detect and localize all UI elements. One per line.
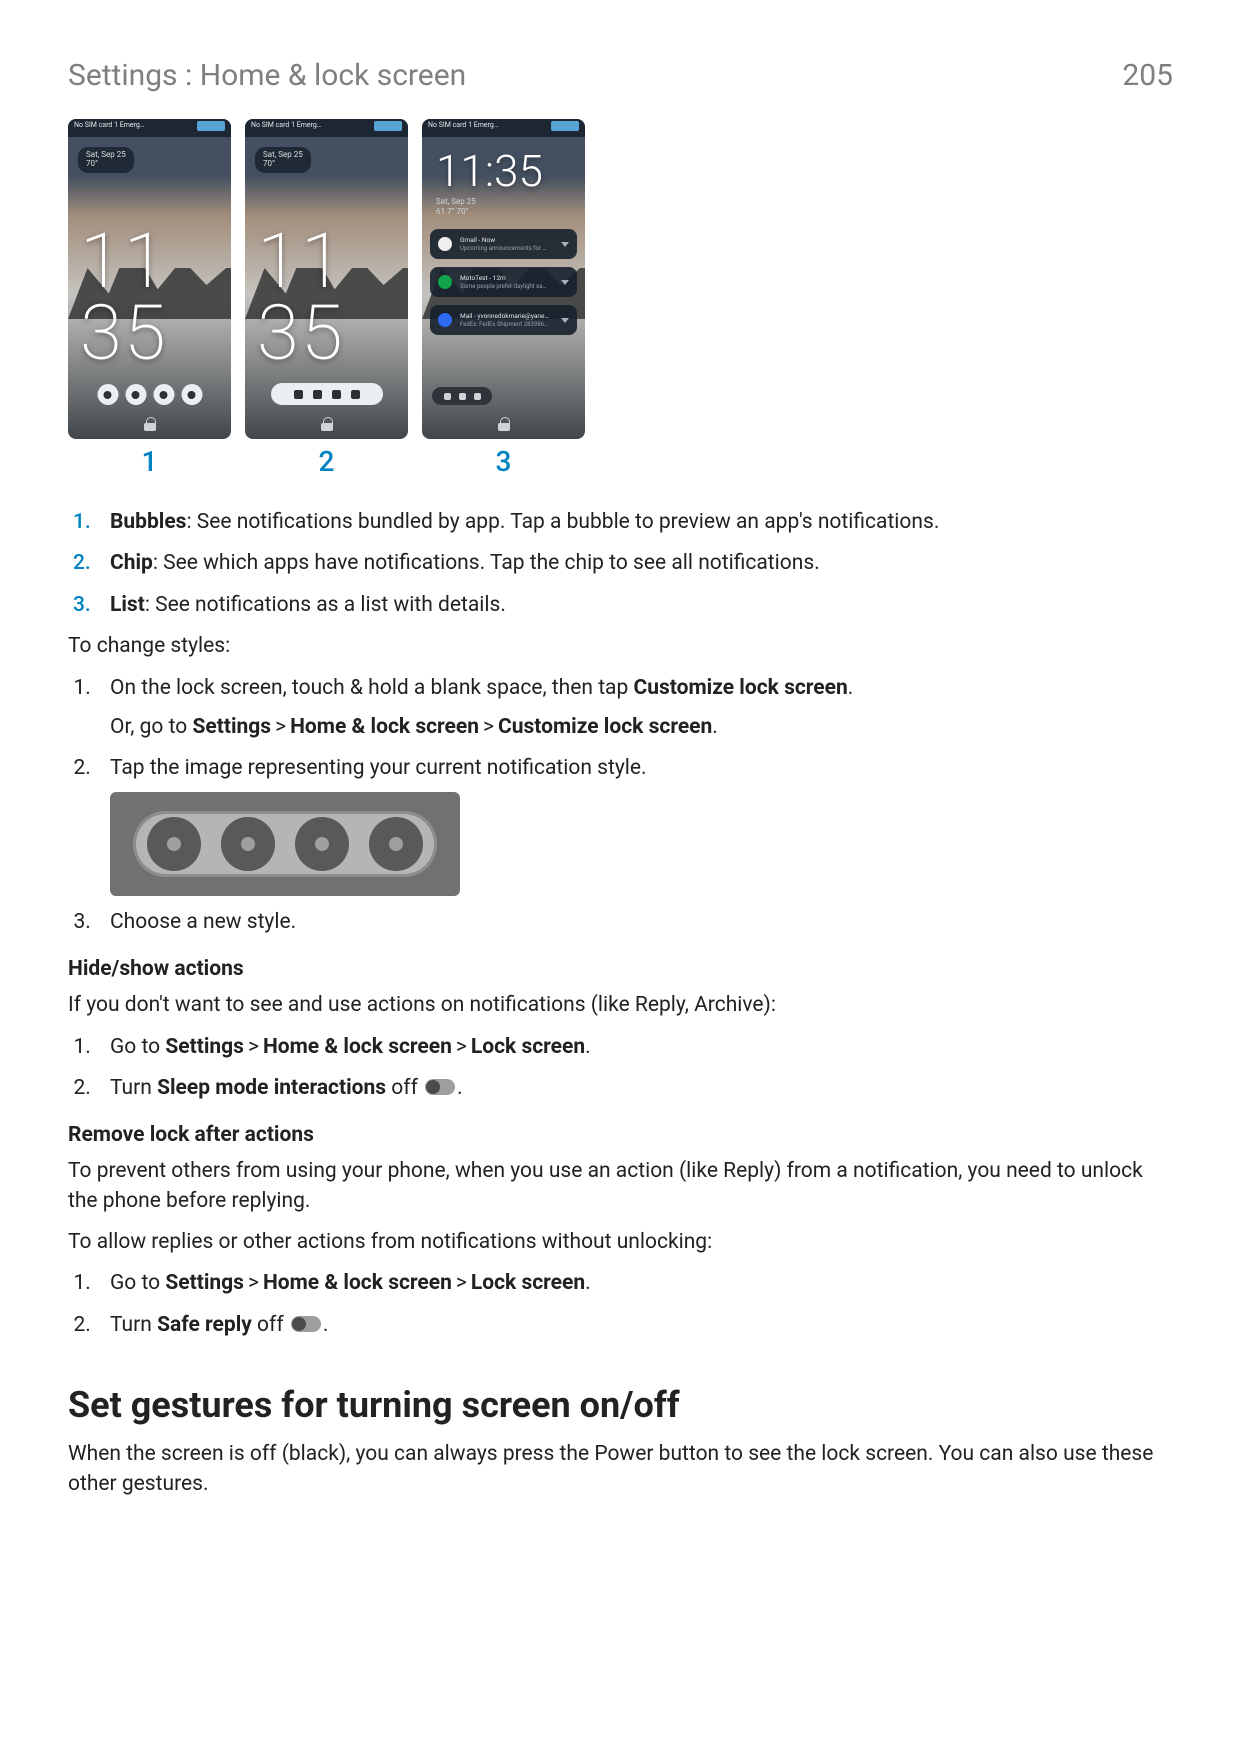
list-item: On the lock screen, touch & hold a blank… [96, 674, 1173, 743]
status-text: No SIM card 1 Emerg… [74, 121, 145, 135]
setting-sleep-mode: Sleep mode interactions [157, 1076, 386, 1100]
phone-chip: No SIM card 1 Emerg… Sat, Sep 2570° 1135 [245, 119, 408, 439]
gmail-icon [438, 237, 452, 251]
status-icons [197, 121, 225, 131]
lock-icon [498, 417, 510, 431]
header-breadcrumb: Settings : Home & lock screen [68, 58, 466, 93]
list-item: Chip: See which apps have notifications.… [96, 549, 1173, 578]
mail-icon [438, 313, 452, 327]
nav-lock-screen: Lock screen [471, 1035, 585, 1059]
phone-list: No SIM card 1 Emerg… 11:35 Sat, Sep 2561… [422, 119, 585, 439]
gallery-number: 2 [319, 445, 335, 478]
notification-list: Gmail - NowUpcoming announcements for co… [430, 229, 577, 335]
notification-bubbles [97, 384, 202, 405]
lockscreen-style-gallery: No SIM card 1 Emerg… Sat, Sep 2570° 1135… [68, 119, 1173, 478]
nav-home-lock: Home & lock screen [290, 715, 479, 739]
lock-clock: 1135 [257, 225, 345, 369]
list-item: Choose a new style. [96, 908, 1173, 937]
section-gestures-heading: Set gestures for turning screen on/off [68, 1384, 1173, 1426]
bubbles-pill [133, 811, 437, 877]
status-icons [551, 121, 579, 131]
chip-icon [332, 390, 341, 399]
nav-lock-screen: Lock screen [471, 1271, 585, 1295]
bubble-icon [295, 817, 349, 871]
gallery-item-chip: No SIM card 1 Emerg… Sat, Sep 2570° 1135… [245, 119, 408, 478]
list-item: Turn Sleep mode interactions off . [96, 1074, 1173, 1103]
paragraph: To prevent others from using your phone,… [68, 1157, 1173, 1216]
gallery-item-bubbles: No SIM card 1 Emerg… Sat, Sep 2570° 1135… [68, 119, 231, 478]
lock-clock-small: 11:35 [436, 149, 543, 193]
change-styles-steps: On the lock screen, touch & hold a blank… [68, 674, 1173, 938]
style-name: Bubbles [110, 510, 186, 534]
lock-date-small: Sat, Sep 2561.7° 70° [436, 197, 476, 216]
list-item: Tap the image representing your current … [96, 754, 1173, 895]
notification-card: MotoTest - 12mSome people prefer dayligh… [430, 267, 577, 297]
list-item: Turn Safe reply off . [96, 1311, 1173, 1340]
status-bar: No SIM card 1 Emerg… [68, 119, 231, 137]
gallery-item-list: No SIM card 1 Emerg… 11:35 Sat, Sep 2561… [422, 119, 585, 478]
remove-lock-steps: Go to Settings>Home & lock screen>Lock s… [68, 1269, 1173, 1340]
bubble-icon [153, 384, 174, 405]
chip-icon [313, 390, 322, 399]
page-number: 205 [1122, 58, 1173, 93]
bubble-icon [125, 384, 146, 405]
paragraph: If you don't want to see and use actions… [68, 991, 1173, 1020]
chip-icon [351, 390, 360, 399]
list-item: List: See notifications as a list with d… [96, 591, 1173, 620]
chevron-down-icon [561, 280, 569, 285]
notification-card: Mail - yvonnedokmarie@yaneem… - 3hFedEx:… [430, 305, 577, 335]
paragraph: To allow replies or other actions from n… [68, 1228, 1173, 1257]
nav-home-lock: Home & lock screen [263, 1271, 452, 1295]
notification-card: Gmail - NowUpcoming announcements for co… [430, 229, 577, 259]
phone-bubbles: No SIM card 1 Emerg… Sat, Sep 2570° 1135 [68, 119, 231, 439]
notification-chip [271, 383, 383, 405]
chip-icon [294, 390, 303, 399]
paragraph: To change styles: [68, 632, 1173, 661]
page-header: Settings : Home & lock screen 205 [68, 58, 1173, 93]
bubble-icon [97, 384, 118, 405]
chevron-down-icon [561, 242, 569, 247]
nav-customize: Customize lock screen [498, 715, 712, 739]
app-icon [438, 275, 452, 289]
style-desc: : See notifications bundled by app. Tap … [186, 510, 939, 534]
style-definitions-list: Bubbles: See notifications bundled by ap… [68, 508, 1173, 620]
list-item: Bubbles: See notifications bundled by ap… [96, 508, 1173, 537]
hide-show-steps: Go to Settings>Home & lock screen>Lock s… [68, 1033, 1173, 1104]
notification-chip-small [432, 387, 492, 405]
list-item: Go to Settings>Home & lock screen>Lock s… [96, 1269, 1173, 1298]
chevron-down-icon [561, 318, 569, 323]
list-item: Go to Settings>Home & lock screen>Lock s… [96, 1033, 1173, 1062]
nav-settings: Settings [192, 715, 271, 739]
status-icons [374, 121, 402, 131]
status-text: No SIM card 1 Emerg… [428, 121, 499, 135]
toggle-off-icon [425, 1079, 455, 1095]
nav-settings: Settings [165, 1035, 244, 1059]
nav-settings: Settings [165, 1271, 244, 1295]
lock-icon [321, 417, 333, 431]
nav-home-lock: Home & lock screen [263, 1035, 452, 1059]
bubble-icon [221, 817, 275, 871]
status-bar: No SIM card 1 Emerg… [245, 119, 408, 137]
date-chip: Sat, Sep 2570° [255, 147, 311, 173]
toggle-off-icon [291, 1316, 321, 1332]
date-chip: Sat, Sep 2570° [78, 147, 134, 173]
setting-safe-reply: Safe reply [157, 1313, 252, 1337]
bubble-icon [369, 817, 423, 871]
subsection-hide-show: Hide/show actions [68, 957, 1173, 981]
style-name: List [110, 593, 145, 617]
lock-clock: 1135 [80, 225, 168, 369]
bubble-icon [147, 817, 201, 871]
lock-icon [144, 417, 156, 431]
style-name: Chip [110, 551, 153, 575]
gallery-number: 1 [142, 445, 158, 478]
bubbles-strip-illustration [110, 792, 460, 896]
bubble-icon [181, 384, 202, 405]
subsection-remove-lock: Remove lock after actions [68, 1123, 1173, 1147]
status-text: No SIM card 1 Emerg… [251, 121, 322, 135]
paragraph: When the screen is off (black), you can … [68, 1440, 1173, 1499]
style-desc: : See notifications as a list with detai… [145, 593, 506, 617]
style-desc: : See which apps have notifications. Tap… [153, 551, 820, 575]
status-bar: No SIM card 1 Emerg… [422, 119, 585, 137]
gallery-number: 3 [496, 445, 512, 478]
